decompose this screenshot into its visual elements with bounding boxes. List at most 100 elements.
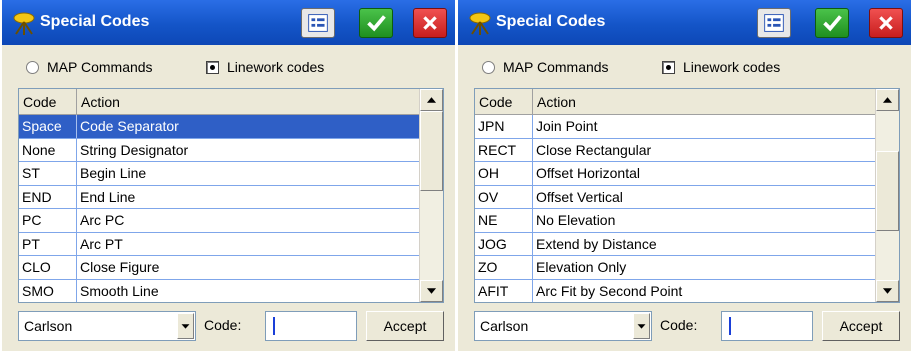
x-close-icon: [423, 16, 437, 30]
cell-code: JPN: [475, 115, 533, 138]
cell-action: String Designator: [80, 141, 189, 158]
title-bar: Special Codes: [458, 0, 911, 45]
cell-code: END: [19, 185, 77, 208]
radio-label: MAP Commands: [47, 59, 153, 75]
text-caret: [273, 317, 275, 335]
radio-map-commands[interactable]: MAP Commands: [26, 55, 153, 79]
list-row[interactable]: END End Line: [19, 185, 420, 209]
cell-code: JOG: [475, 232, 533, 255]
cell-action: Close Figure: [80, 259, 160, 275]
list-rows: Space Code Separator None String Designator…: [19, 115, 420, 302]
list-row[interactable]: OH Offset Horizontal: [475, 162, 876, 186]
cell-code: None: [19, 138, 77, 161]
combo-dropdown-button[interactable]: [177, 313, 194, 339]
combo-dropdown-button[interactable]: [633, 313, 650, 339]
code-input[interactable]: [721, 311, 813, 341]
window-title: Special Codes: [40, 13, 150, 30]
cell-action: Code Separator: [80, 118, 179, 134]
list-row[interactable]: NE No Elevation: [475, 209, 876, 233]
combo-value: Carlson: [24, 318, 73, 334]
scroll-thumb[interactable]: [876, 151, 899, 232]
radio-map-commands[interactable]: MAP Commands: [482, 55, 609, 79]
cell-action: Elevation Only: [536, 259, 627, 275]
surveyor-tripod-icon: [10, 8, 38, 36]
radio-label: Linework codes: [227, 59, 325, 75]
list-row[interactable]: PT Arc PT: [19, 232, 420, 256]
vertical-scrollbar[interactable]: [875, 89, 899, 302]
close-button[interactable]: [869, 8, 903, 38]
cell-code: OV: [475, 185, 533, 208]
dropdown-arrow-icon: [637, 324, 646, 329]
radio-button-checked[interactable]: [662, 60, 675, 74]
scroll-up-button[interactable]: [876, 89, 899, 111]
codes-list[interactable]: Code Action Space Code Separator None Strin…: [18, 88, 444, 303]
scroll-down-button[interactable]: [876, 280, 899, 302]
column-header-action[interactable]: Action: [533, 89, 876, 115]
list-row[interactable]: JOG Extend by Distance: [475, 232, 876, 256]
code-set-combo[interactable]: Carlson: [474, 311, 652, 341]
dropdown-arrow-icon: [181, 324, 190, 329]
list-row[interactable]: JPN Join Point: [475, 115, 876, 139]
cell-code: PC: [19, 209, 77, 232]
list-view-button[interactable]: [301, 8, 335, 38]
scroll-down-arrow-icon: [882, 288, 893, 294]
cell-action: Arc PT: [80, 235, 123, 252]
list-row[interactable]: ST Begin Line: [19, 162, 420, 186]
cell-action: Arc PC: [80, 212, 125, 228]
code-label: Code:: [204, 317, 242, 333]
cell-code: CLO: [19, 256, 77, 279]
x-close-icon: [879, 16, 893, 30]
radio-linework-codes[interactable]: Linework codes: [662, 55, 780, 79]
codes-list[interactable]: Code Action JPN Join Point RECT Close Recta…: [474, 88, 900, 303]
cell-code: ST: [19, 162, 77, 185]
ok-button[interactable]: [359, 8, 393, 38]
scroll-up-arrow-icon: [426, 97, 437, 103]
cell-code: AFIT: [475, 279, 533, 302]
list-view-icon: [308, 14, 328, 32]
list-row[interactable]: Space Code Separator: [19, 115, 420, 139]
window-title: Special Codes: [496, 13, 606, 30]
list-row[interactable]: OV Offset Vertical: [475, 185, 876, 209]
list-row[interactable]: SMO Smooth Line: [19, 279, 420, 302]
cell-code: OH: [475, 162, 533, 185]
list-row[interactable]: ZO Elevation Only: [475, 256, 876, 280]
radio-button[interactable]: [482, 60, 495, 74]
list-row[interactable]: None String Designator: [19, 138, 420, 162]
cell-code: ZO: [475, 256, 533, 279]
list-row[interactable]: AFIT Arc Fit by Second Point: [475, 279, 876, 302]
code-set-combo[interactable]: Carlson: [18, 311, 196, 341]
list-rows: JPN Join Point RECT Close Rectangular OH Offs…: [475, 115, 876, 302]
column-header-action[interactable]: Action: [77, 89, 420, 115]
cell-code: SMO: [19, 279, 77, 302]
ok-button[interactable]: [815, 8, 849, 38]
radio-button-checked[interactable]: [206, 60, 219, 74]
list-view-button[interactable]: [757, 8, 791, 38]
cell-action: Offset Vertical: [536, 188, 623, 205]
vertical-scrollbar[interactable]: [419, 89, 443, 302]
radio-button[interactable]: [26, 60, 39, 74]
close-button[interactable]: [413, 8, 447, 38]
column-header-code[interactable]: Code: [19, 89, 77, 115]
scroll-up-button[interactable]: [420, 89, 443, 111]
text-caret: [729, 317, 731, 335]
accept-button[interactable]: Accept: [822, 311, 900, 341]
scroll-thumb[interactable]: [420, 111, 443, 191]
list-row[interactable]: PC Arc PC: [19, 209, 420, 233]
cell-action: End Line: [80, 188, 136, 205]
list-row[interactable]: CLO Close Figure: [19, 256, 420, 280]
code-input[interactable]: [265, 311, 357, 341]
list-header: Code Action: [19, 89, 420, 115]
combo-value: Carlson: [480, 318, 529, 334]
bottom-bar: Carlson Code: Accept: [18, 311, 444, 341]
list-row[interactable]: RECT Close Rectangular: [475, 138, 876, 162]
cell-code: NE: [475, 209, 533, 232]
scroll-down-button[interactable]: [420, 280, 443, 302]
column-header-code[interactable]: Code: [475, 89, 533, 115]
special-codes-window-left: Special Codes MAP Commands Linework code…: [2, 0, 455, 351]
checkmark-icon: [367, 15, 386, 32]
cell-action: Begin Line: [80, 165, 147, 181]
radio-linework-codes[interactable]: Linework codes: [206, 55, 324, 79]
cell-action: Extend by Distance: [536, 235, 657, 252]
cell-action: Smooth Line: [80, 282, 159, 299]
accept-button[interactable]: Accept: [366, 311, 444, 341]
